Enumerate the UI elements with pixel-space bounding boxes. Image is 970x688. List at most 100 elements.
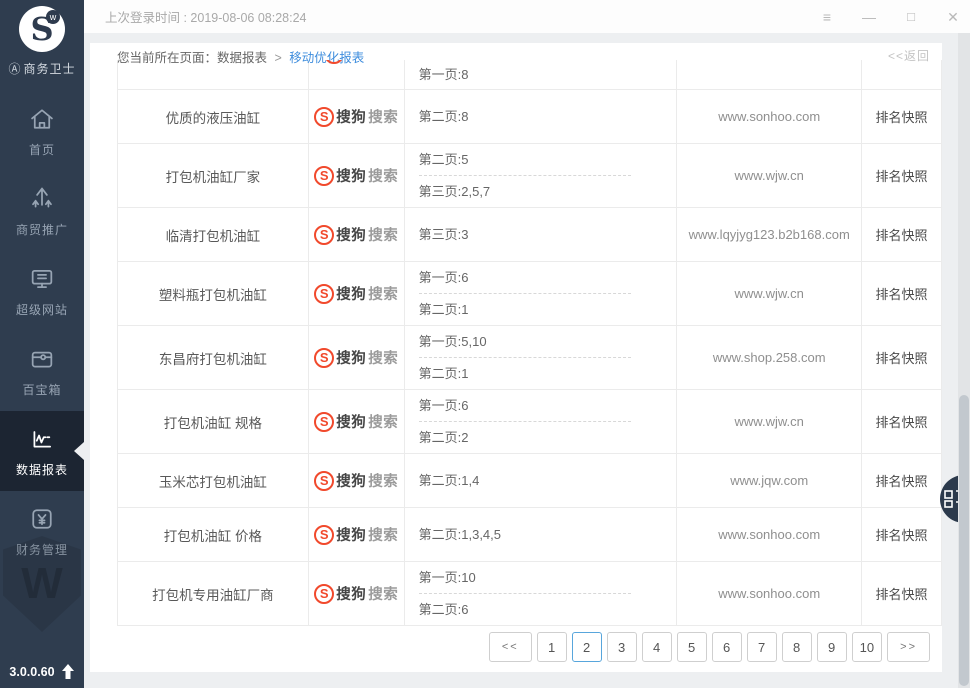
rank-snapshot-link[interactable]: 排名快照 [862,262,941,325]
keyword-cell: 临清打包机油缸 [118,208,309,261]
engine-name-suffix: 搜索 [368,347,398,368]
search-engine-cell: S搜狗搜索 [309,454,405,507]
site-url-cell: www.sonhoo.com [677,508,862,561]
rank-cell: 第二页:1,4 [405,454,678,507]
logo-badge: w [46,10,60,24]
pagination-page-2[interactable]: 2 [572,632,602,662]
engine-name-suffix: 搜索 [368,583,398,604]
report-icon [27,424,57,454]
pagination-page-6[interactable]: 6 [712,632,742,662]
keyword-cell: 东昌府打包机油缸 [118,326,309,389]
engine-name: 搜狗 [336,106,366,127]
app-window: S w Ⓐ商务卫士 首页商贸推广超级网站百宝箱数据报表财务管理 W 3.0.0.… [0,0,970,688]
back-link[interactable]: <<返回 [888,47,930,64]
sogou-logo-icon: S [314,525,334,545]
scrollbar-thumb[interactable] [959,395,969,686]
site-url-cell: www.shop.258.com [677,326,862,389]
search-engine-cell: S搜狗搜索 [309,262,405,325]
keyword-cell: 玉米芯打包机油缸 [118,454,309,507]
table-row: 玉米芯打包机油缸S搜狗搜索第二页:1,4www.jqw.com排名快照 [118,454,941,508]
table-row: 优质的液压油缸S搜狗搜索第二页:8www.sonhoo.com排名快照 [118,90,941,144]
version-row: 3.0.0.60 [0,664,84,680]
rank-cell: 第三页:3 [405,208,678,261]
site-url-cell: www.sonhoo.com [677,90,862,143]
sidebar-item-toolbox[interactable]: 百宝箱 [0,331,84,411]
search-engine-cell [309,60,405,89]
rank-snapshot-link[interactable]: 排名快照 [862,562,941,625]
pagination-page-9[interactable]: 9 [817,632,847,662]
pagination-page-5[interactable]: 5 [677,632,707,662]
engine-name: 搜狗 [336,524,366,545]
pagination-page-8[interactable]: 8 [782,632,812,662]
rank-line: 第三页:2,5,7 [419,182,491,201]
engine-name: 搜狗 [336,347,366,368]
engine-name-suffix: 搜索 [368,283,398,304]
search-engine-cell: S搜狗搜索 [309,90,405,143]
pagination-page-7[interactable]: 7 [747,632,777,662]
sogou-logo-icon: S [314,348,334,368]
rank-snapshot-link[interactable]: 排名快照 [862,208,941,261]
sidebar-item-website[interactable]: 超级网站 [0,251,84,331]
sidebar-item-home[interactable]: 首页 [0,91,84,171]
rank-snapshot-link[interactable]: 排名快照 [862,90,941,143]
sidebar-item-promotion[interactable]: 商贸推广 [0,171,84,251]
close-icon[interactable]: ✕ [944,8,962,26]
breadcrumb-prefix: 您当前所在页面：数据报表 [117,51,267,65]
search-engine-cell: S搜狗搜索 [309,144,405,207]
rank-cell: 第二页:1,3,4,5 [405,508,678,561]
keyword-cell: 打包机专用油缸厂商 [118,562,309,625]
engine-name-suffix: 搜索 [368,106,398,127]
sidebar-item-report[interactable]: 数据报表 [0,411,84,491]
search-engine-cell: S搜狗搜索 [309,326,405,389]
engine-name-suffix: 搜索 [368,524,398,545]
sogou-logo-icon: S [314,107,334,127]
rank-cell: 第一页:5,10第二页:1 [405,326,678,389]
menu-icon[interactable]: ≡ [818,8,836,26]
sogou-logo-icon [324,60,344,64]
pagination-prev-button[interactable]: << [489,632,532,662]
watermark-letter: W [21,559,63,609]
sidebar-item-label: 超级网站 [16,301,68,318]
pagination: <<12345678910>> [117,632,930,662]
sogou-logo-icon: S [314,584,334,604]
sidebar-item-label: 首页 [29,141,55,158]
minimize-icon[interactable]: — [860,8,878,26]
rank-snapshot-link[interactable]: 排名快照 [862,508,941,561]
content-panel: 您当前所在页面：数据报表 > 移动优化报表 <<返回 第一页:8优质的液压油缸S… [90,43,942,672]
sidebar: S w Ⓐ商务卫士 首页商贸推广超级网站百宝箱数据报表财务管理 W 3.0.0.… [0,0,84,688]
rank-cell: 第一页:8 [405,60,678,89]
maximize-icon[interactable]: □ [902,8,920,26]
pagination-page-1[interactable]: 1 [537,632,567,662]
rank-snapshot-link[interactable]: 排名快照 [862,144,941,207]
update-arrow-icon[interactable] [61,664,75,680]
site-url-cell: www.lqyjyg123.b2b168.com [677,208,862,261]
pagination-next-button[interactable]: >> [887,632,930,662]
pagination-page-3[interactable]: 3 [607,632,637,662]
sogou-logo-icon: S [314,225,334,245]
sidebar-item-label: 百宝箱 [22,381,61,398]
rank-snapshot-link[interactable]: 排名快照 [862,390,941,453]
site-url-cell: www.wjw.cn [677,144,862,207]
keyword-cell: 打包机油缸 规格 [118,390,309,453]
pagination-page-10[interactable]: 10 [852,632,882,662]
breadcrumb: 您当前所在页面：数据报表 > 移动优化报表 <<返回 [90,43,942,60]
rank-snapshot-link[interactable]: 排名快照 [862,326,941,389]
sogou-logo-icon: S [314,412,334,432]
app-logo-icon: S w [19,6,65,52]
rank-snapshot-link[interactable]: 排名快照 [862,454,941,507]
pagination-page-4[interactable]: 4 [642,632,672,662]
vertical-scrollbar[interactable] [958,33,970,688]
rank-line: 第二页:1 [419,300,469,319]
ranking-table: 第一页:8优质的液压油缸S搜狗搜索第二页:8www.sonhoo.com排名快照… [117,60,942,626]
search-engine-cell: S搜狗搜索 [309,390,405,453]
rank-line: 第二页:6 [419,600,469,619]
toolbox-icon [27,344,57,374]
window-controls: ≡ — □ ✕ [818,8,970,26]
rank-cell: 第一页:6 第二页:1 [405,262,678,325]
engine-name-suffix: 搜索 [368,165,398,186]
table-row: 打包机专用油缸厂商S搜狗搜索第一页:10第二页:6www.sonhoo.com排… [118,562,941,626]
search-engine-cell: S搜狗搜索 [309,508,405,561]
rank-line: 第一页:6 [419,268,469,294]
rank-line: 第二页:8 [419,107,469,126]
sogou-logo-icon: S [314,166,334,186]
